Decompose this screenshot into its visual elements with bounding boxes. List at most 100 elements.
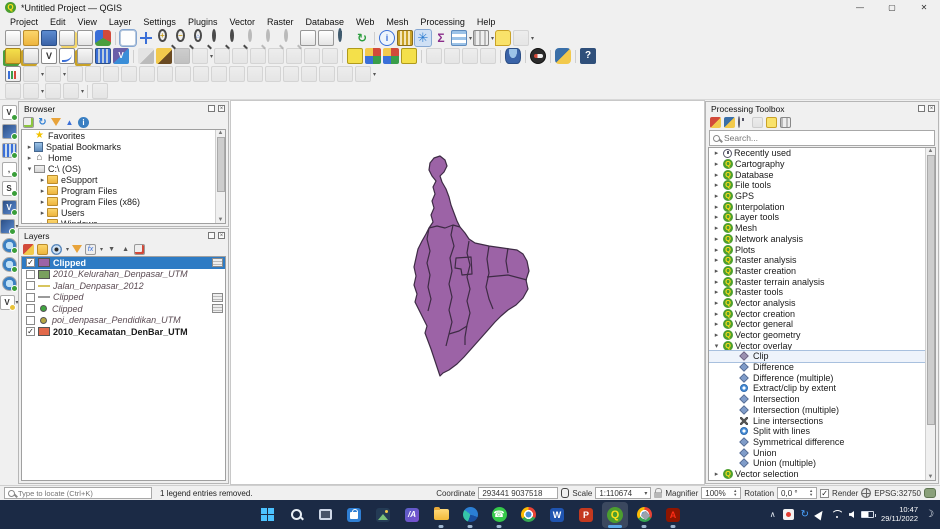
toolbox-algorithm-split-with-lines[interactable]: Split with lines — [709, 426, 935, 437]
toolbox-group-vector-selection[interactable]: ▸ Q Vector selection — [709, 468, 935, 480]
zoom-last-button[interactable] — [264, 29, 280, 46]
scroll-down-icon[interactable]: ▼ — [928, 474, 934, 480]
toolbox-algorithm-intersection-multiple[interactable]: Intersection (multiple) — [709, 405, 935, 416]
merge-features-button[interactable] — [283, 66, 300, 82]
expand-all-icon[interactable]: ▼ — [106, 244, 117, 255]
trim-extend-button[interactable] — [355, 66, 372, 82]
new-project-button[interactable] — [5, 30, 21, 46]
toolbox-group-layer-tools[interactable]: ▸ Q Layer tools — [709, 212, 935, 223]
menu-settings[interactable]: Settings — [137, 17, 182, 27]
remove-layer-icon[interactable] — [134, 243, 146, 255]
enable-snapping-button[interactable] — [5, 83, 21, 99]
highlight-pinned-labels-button[interactable] — [401, 48, 418, 64]
toolbox-algorithm-difference-multiple[interactable]: Difference (multiple) — [709, 372, 935, 383]
add-raster-layer-button[interactable] — [1, 124, 18, 140]
toolbox-group-gps[interactable]: ▸ Q GPS — [709, 191, 935, 202]
layer-checkbox[interactable] — [26, 315, 35, 325]
save-project-button[interactable] — [41, 30, 57, 46]
crs-globe-icon[interactable] — [861, 488, 872, 498]
chevron-right-icon[interactable]: ▸ — [38, 209, 47, 217]
properties-widget-icon[interactable]: i — [78, 116, 89, 128]
manage-map-themes-icon[interactable] — [51, 243, 62, 255]
add-delimited-text-layer-button[interactable]: , — [1, 162, 18, 178]
add-part-button[interactable] — [139, 66, 156, 82]
render-checkbox[interactable]: ✓ — [820, 488, 830, 498]
cut-features-button[interactable] — [250, 48, 267, 64]
chevron-right-icon[interactable]: ▸ — [712, 192, 721, 200]
task-view-button[interactable] — [312, 502, 338, 528]
redo-button[interactable] — [322, 48, 339, 64]
mouse-extent-toggle-icon[interactable] — [561, 488, 570, 498]
tray-pointer-icon[interactable] — [814, 508, 826, 521]
epsg-code[interactable]: EPSG:32750 — [874, 489, 921, 498]
map-themes-dropdown[interactable]: ▾ — [66, 246, 69, 253]
layer-diagram-button[interactable] — [365, 48, 382, 64]
toolbox-group-recently-used[interactable]: ▸ Recently used — [709, 148, 935, 159]
toolbox-group-vector-geometry[interactable]: ▸ Q Vector geometry — [709, 330, 935, 341]
measure-dropdown[interactable]: ▾ — [491, 35, 494, 42]
magnifier-spinbox[interactable]: 100% ▲ ▼ — [701, 487, 742, 499]
browser-item-home[interactable]: ▸ ⌂ Home — [22, 152, 225, 163]
show-statistics-button[interactable]: Σ — [433, 30, 449, 46]
toggle-editing-button[interactable] — [156, 48, 172, 64]
chevron-right-icon[interactable]: ▸ — [712, 181, 721, 189]
layer-row-clipped-point[interactable]: Clipped — [22, 303, 225, 315]
chevron-right-icon[interactable]: ▸ — [712, 331, 721, 339]
toolbox-scrollbar[interactable]: ▲ ▼ — [925, 148, 935, 480]
toolbox-group-database[interactable]: ▸ Q Database — [709, 169, 935, 180]
pin-labels-button[interactable] — [383, 48, 400, 64]
powerpoint-button[interactable]: P — [573, 502, 599, 528]
locator-input[interactable] — [18, 488, 146, 498]
filter-by-expression-icon[interactable]: fx — [85, 243, 97, 255]
chevron-right-icon[interactable]: ▸ — [712, 171, 721, 179]
zoom-next-button[interactable] — [282, 29, 298, 46]
toolbox-group-vector-analysis[interactable]: ▸ Q Vector analysis — [709, 297, 935, 309]
refresh-browser-icon[interactable]: ↻ — [37, 117, 48, 128]
layer-row-clipped-line[interactable]: Clipped — [22, 292, 225, 304]
menu-web[interactable]: Web — [350, 17, 380, 27]
scripts-icon[interactable] — [724, 116, 735, 128]
toolbox-group-vector-creation[interactable]: ▸ Q Vector creation — [709, 308, 935, 319]
db-manager-button[interactable] — [505, 48, 522, 64]
add-group-icon[interactable] — [37, 243, 48, 255]
undo-button[interactable] — [304, 48, 321, 64]
chevron-down-icon[interactable]: ▾ — [712, 342, 721, 350]
rotate-point-symbols-button[interactable] — [319, 66, 336, 82]
toolbox-group-raster-tools[interactable]: ▸ Q Raster tools — [709, 287, 935, 298]
browser-item-spatial-bookmarks[interactable]: ▸ Spatial Bookmarks — [22, 141, 225, 152]
collapse-all-icon[interactable]: ▲ — [120, 244, 131, 255]
chevron-right-icon[interactable]: ▸ — [38, 187, 47, 195]
chevron-right-icon[interactable]: ▸ — [712, 149, 721, 157]
annotations-dropdown[interactable]: ▾ — [531, 35, 534, 42]
pan-to-selection-button[interactable] — [138, 30, 154, 46]
snapping-mode-button[interactable] — [23, 83, 39, 99]
vertex-tool-dropdown[interactable]: ▾ — [210, 53, 213, 60]
new-mesh-layer-button[interactable] — [95, 48, 111, 64]
zoom-out-button[interactable] — [174, 29, 190, 46]
toolbox-search[interactable] — [709, 130, 935, 146]
help-button[interactable]: ? — [580, 48, 597, 64]
layer-row-kelurahan[interactable]: 2010_Kelurahan_Denpasar_UTM — [22, 269, 225, 281]
move-label-button[interactable] — [426, 48, 443, 64]
chrome-button[interactable] — [515, 502, 541, 528]
offset-point-symbols-button[interactable] — [337, 66, 354, 82]
menu-raster[interactable]: Raster — [261, 17, 300, 27]
toolbox-group-raster-analysis[interactable]: ▸ Q Raster analysis — [709, 255, 935, 266]
identify-features-button[interactable]: i — [379, 30, 395, 46]
tray-sync-icon[interactable]: ↻ — [801, 509, 809, 520]
chevron-right-icon[interactable]: ▸ — [712, 320, 721, 328]
edit-features-inplace-icon[interactable] — [766, 116, 777, 128]
filter-legend-icon[interactable] — [72, 245, 83, 253]
map-canvas[interactable] — [230, 100, 705, 485]
messages-icon[interactable] — [924, 488, 936, 498]
float-panel-icon[interactable] — [918, 105, 925, 112]
offset-curve-button[interactable] — [211, 66, 228, 82]
word-button[interactable]: W — [544, 502, 570, 528]
map-tips-button[interactable] — [495, 30, 512, 46]
save-layer-edits-button[interactable] — [174, 48, 190, 64]
close-panel-icon[interactable]: × — [218, 105, 225, 112]
close-button[interactable]: ✕ — [908, 0, 940, 15]
split-parts-button[interactable] — [247, 66, 264, 82]
add-wcs-layer-button[interactable] — [1, 257, 18, 273]
magnifier-spin-icons[interactable]: ▲ ▼ — [733, 489, 737, 497]
